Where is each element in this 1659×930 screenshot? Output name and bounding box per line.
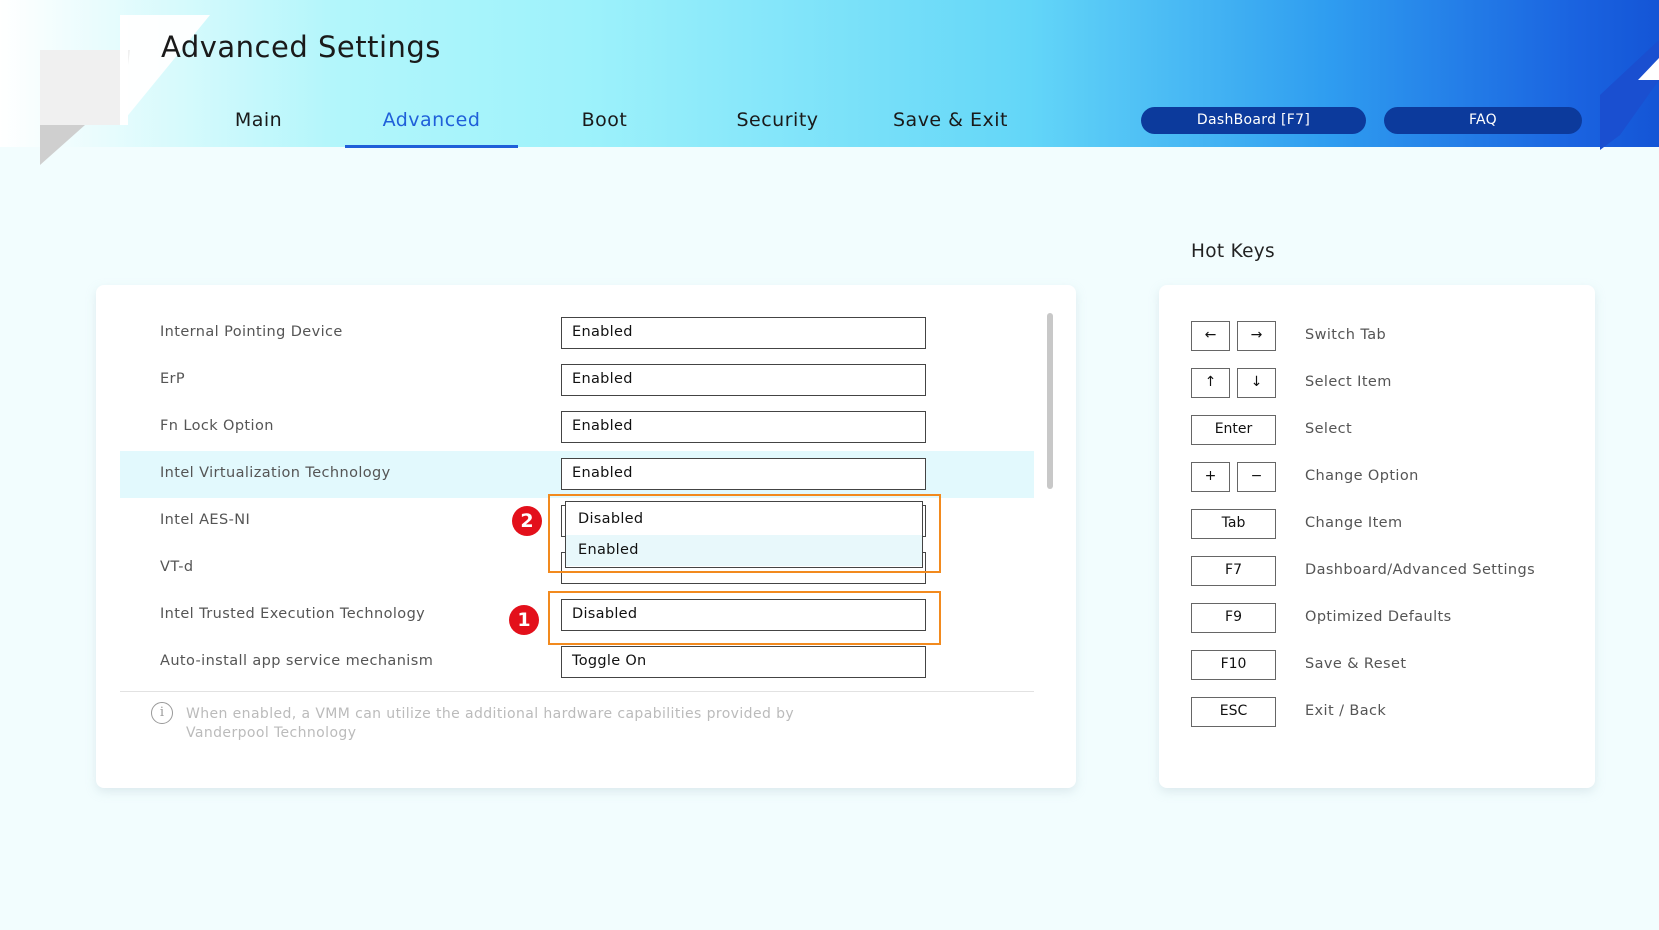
- divider: [120, 691, 1034, 692]
- setting-label: Internal Pointing Device: [160, 324, 343, 340]
- setting-value-select[interactable]: Enabled: [561, 411, 926, 443]
- hotkey-description: Save & Reset: [1305, 656, 1407, 672]
- hotkey-row: Enter Select: [1191, 415, 1591, 445]
- setting-label: Intel Trusted Execution Technology: [160, 606, 426, 622]
- setting-value-select[interactable]: Enabled: [561, 317, 926, 349]
- tab-key: Tab: [1191, 509, 1276, 539]
- hotkey-description: Select Item: [1305, 374, 1392, 390]
- dropdown-options-list: Disabled Enabled: [565, 501, 923, 568]
- hotkey-description: Dashboard/Advanced Settings: [1305, 562, 1536, 578]
- hotkey-description: Select: [1305, 421, 1353, 437]
- dropdown-option-disabled[interactable]: Disabled: [566, 504, 922, 535]
- info-line: Vanderpool Technology: [186, 725, 357, 741]
- setting-label: VT-d: [160, 559, 194, 575]
- setting-row-auto-install-app: Auto-install app service mechanism Toggl…: [120, 639, 1034, 686]
- setting-label: Intel AES-NI: [160, 512, 251, 528]
- tab-advanced[interactable]: Advanced: [345, 100, 518, 148]
- setting-value-select[interactable]: Toggle On: [561, 646, 926, 678]
- arrow-left-key: ←: [1191, 321, 1230, 351]
- hotkey-description: Optimized Defaults: [1305, 609, 1452, 625]
- setting-row-fn-lock-option: Fn Lock Option Enabled: [120, 404, 1034, 451]
- hotkey-description: Change Item: [1305, 515, 1403, 531]
- hotkey-row: + − Change Option: [1191, 462, 1591, 492]
- dropdown-option-enabled[interactable]: Enabled: [566, 535, 922, 566]
- arrow-down-key: ↓: [1237, 368, 1276, 398]
- hotkeys-title: Hot Keys: [1191, 241, 1275, 262]
- hotkey-row: ↑ ↓ Select Item: [1191, 368, 1591, 398]
- setting-row-intel-virtualization: Intel Virtualization Technology Enabled: [120, 451, 1034, 498]
- tab-main[interactable]: Main: [172, 100, 345, 148]
- setting-row-erp: ErP Enabled: [120, 357, 1034, 404]
- setting-value-select[interactable]: Enabled: [561, 364, 926, 396]
- hotkey-description: Exit / Back: [1305, 703, 1387, 719]
- info-line: When enabled, a VMM can utilize the addi…: [186, 706, 795, 722]
- scrollbar[interactable]: [1047, 313, 1053, 489]
- hotkey-row: F10 Save & Reset: [1191, 650, 1591, 680]
- hotkeys-panel: ← → Switch Tab ↑ ↓ Select Item Enter Sel…: [1159, 285, 1595, 788]
- hotkey-description: Switch Tab: [1305, 327, 1387, 343]
- hotkey-row: Tab Change Item: [1191, 509, 1591, 539]
- hotkey-row: F7 Dashboard/Advanced Settings: [1191, 556, 1591, 586]
- corner-decoration-right: [1600, 40, 1659, 150]
- setting-row-intel-txt: Intel Trusted Execution Technology Disab…: [120, 592, 1034, 639]
- setting-row-internal-pointing-device: Internal Pointing Device Enabled: [120, 310, 1034, 357]
- setting-label: Fn Lock Option: [160, 418, 274, 434]
- setting-label: Auto-install app service mechanism: [160, 653, 434, 669]
- info-description: When enabled, a VMM can utilize the addi…: [186, 705, 826, 743]
- hotkey-row: ← → Switch Tab: [1191, 321, 1591, 351]
- setting-value-select[interactable]: Disabled: [561, 599, 926, 631]
- tab-security[interactable]: Security: [691, 100, 864, 148]
- setting-value-select[interactable]: Enabled: [561, 458, 926, 490]
- arrow-right-key: →: [1237, 321, 1276, 351]
- step-badge-2: 2: [512, 506, 542, 536]
- enter-key: Enter: [1191, 415, 1276, 445]
- info-icon: i: [151, 702, 173, 724]
- dashboard-button[interactable]: DashBoard [F7]: [1141, 107, 1366, 134]
- faq-button[interactable]: FAQ: [1384, 107, 1582, 134]
- hotkey-row: F9 Optimized Defaults: [1191, 603, 1591, 633]
- f9-key: F9: [1191, 603, 1276, 633]
- setting-label: ErP: [160, 371, 186, 387]
- hotkey-description: Change Option: [1305, 468, 1419, 484]
- page-title: Advanced Settings: [161, 30, 441, 64]
- tab-boot[interactable]: Boot: [518, 100, 691, 148]
- hotkey-row: ESC Exit / Back: [1191, 697, 1591, 727]
- setting-label: Intel Virtualization Technology: [160, 465, 391, 481]
- plus-key: +: [1191, 462, 1230, 492]
- arrow-up-key: ↑: [1191, 368, 1230, 398]
- f7-key: F7: [1191, 556, 1276, 586]
- tab-save-exit[interactable]: Save & Exit: [864, 100, 1037, 148]
- step-badge-1: 1: [509, 605, 539, 635]
- esc-key: ESC: [1191, 697, 1276, 727]
- f10-key: F10: [1191, 650, 1276, 680]
- minus-key: −: [1237, 462, 1276, 492]
